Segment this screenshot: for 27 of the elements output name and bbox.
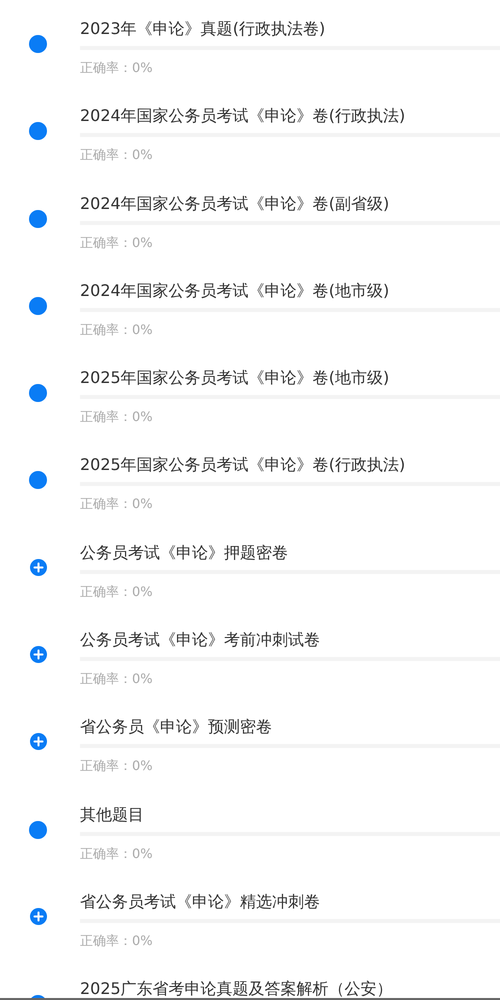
paper-title[interactable]: 2025广东省考申论真题及答案解析（公安） [80, 978, 500, 998]
paper-title[interactable]: 公务员考试《申论》考前冲刺试卷 [80, 629, 500, 652]
paper-title[interactable]: 省公务员《申论》预测密卷 [80, 716, 500, 738]
paper-title[interactable]: 公务员考试《申论》押题密卷 [80, 542, 500, 564]
paper-title[interactable]: 2024年国家公务员考试《申论》卷(副省级) [80, 192, 500, 215]
paper-title[interactable]: 2023年《申论》真题(行政执法卷) [80, 18, 500, 40]
accuracy-text: 正确率：0% [80, 496, 153, 514]
accuracy-text: 正确率：0% [80, 584, 153, 602]
paper-title[interactable]: 2025年国家公务员考试《申论》卷(行政执法) [80, 454, 500, 476]
plus-circle-icon[interactable] [30, 558, 46, 576]
accuracy-text: 正确率：0% [80, 932, 153, 951]
paper-title[interactable]: 2025年国家公务员考试《申论》卷(地市级) [80, 367, 500, 390]
paper-title[interactable]: 省公务员考试《申论》精选冲刺卷 [80, 890, 500, 913]
accuracy-text: 正确率：0% [80, 409, 153, 428]
accuracy-text: 正确率：0% [80, 758, 153, 776]
accuracy-text: 正确率：0% [80, 846, 153, 864]
accuracy-text: 正确率：0% [80, 322, 153, 340]
accuracy-text: 正确率：0% [80, 234, 153, 253]
plus-circle-icon[interactable] [30, 646, 46, 664]
paper-title[interactable]: 2024年国家公务员考试《申论》卷(行政执法) [80, 105, 500, 128]
plus-circle-icon[interactable] [30, 908, 46, 925]
accuracy-text: 正确率：0% [80, 147, 153, 166]
paper-title[interactable]: 其他题目 [80, 804, 500, 826]
accuracy-text: 正确率：0% [80, 60, 153, 78]
accuracy-text: 正确率：0% [80, 671, 153, 690]
plus-circle-icon[interactable] [30, 733, 46, 750]
paper-title[interactable]: 2024年国家公务员考试《申论》卷(地市级) [80, 280, 500, 302]
